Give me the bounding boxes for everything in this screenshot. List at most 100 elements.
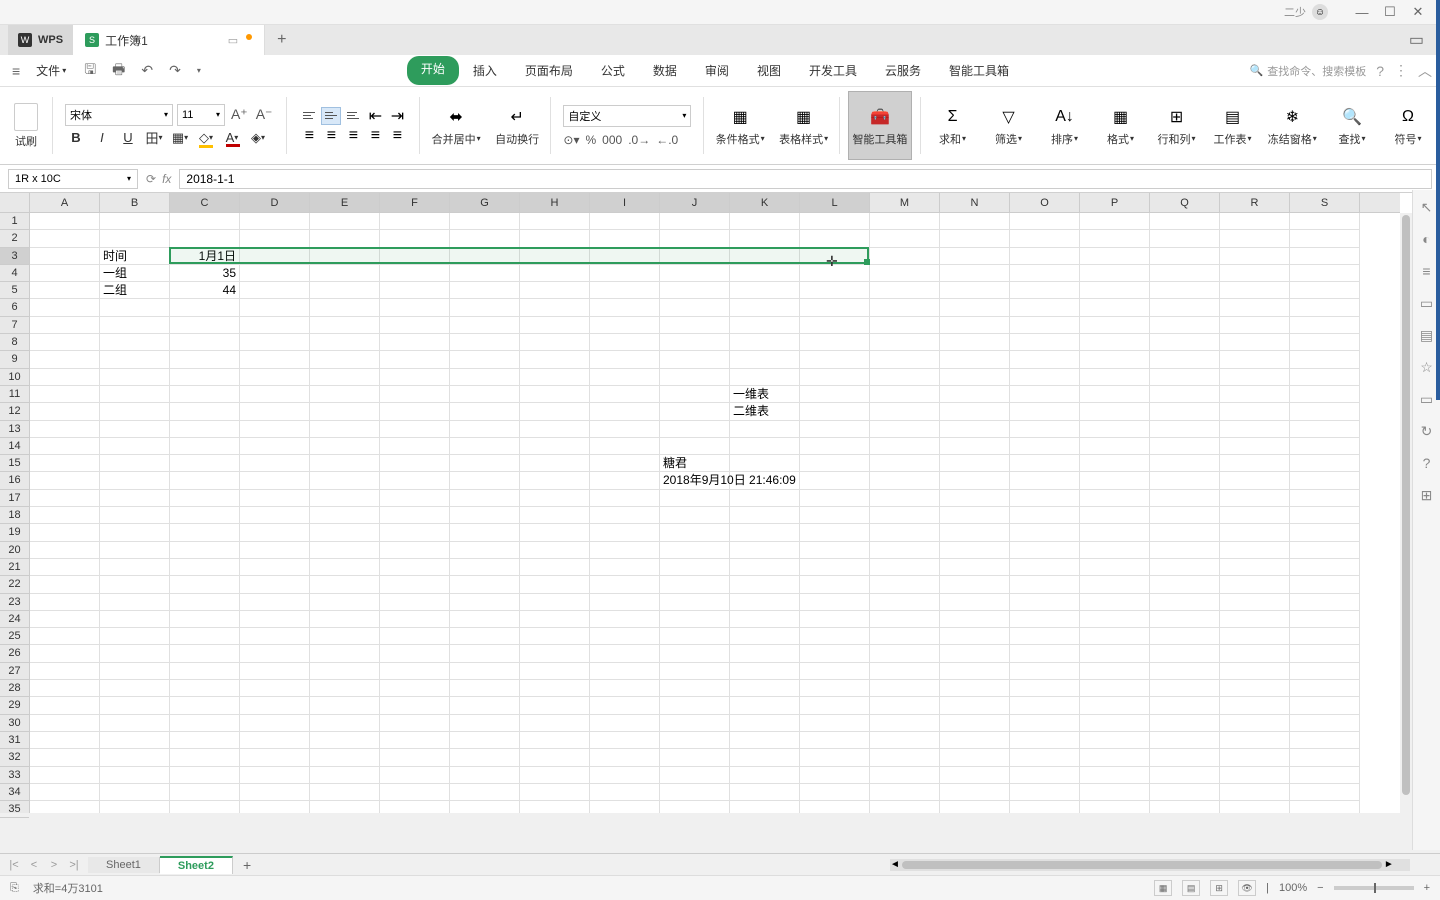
cell-L29[interactable] (800, 697, 870, 714)
cell-B24[interactable] (100, 611, 170, 628)
cell-Q13[interactable] (1150, 421, 1220, 438)
cell-A7[interactable] (30, 317, 100, 334)
cell-A9[interactable] (30, 351, 100, 368)
cell-K5[interactable] (730, 282, 800, 299)
cell-O35[interactable] (1010, 801, 1080, 813)
cell-S9[interactable] (1290, 351, 1360, 368)
add-sheet-button[interactable]: + (233, 857, 261, 873)
table-style-button[interactable]: ▦ 表格样式▾ (776, 91, 831, 160)
cell-O3[interactable] (1010, 248, 1080, 265)
cell-J33[interactable] (660, 767, 730, 784)
document-tab[interactable]: S 工作簿1 ▭ (73, 25, 265, 55)
cell-L35[interactable] (800, 801, 870, 813)
cell-I26[interactable] (590, 645, 660, 662)
cell-F6[interactable] (380, 299, 450, 316)
cell-N32[interactable] (940, 749, 1010, 766)
cell-K27[interactable] (730, 663, 800, 680)
cell-Q35[interactable] (1150, 801, 1220, 813)
cell-S25[interactable] (1290, 628, 1360, 645)
cell-L22[interactable] (800, 576, 870, 593)
search-box[interactable]: 🔍 查找命令、搜索模板 (1250, 63, 1367, 79)
cell-A12[interactable] (30, 403, 100, 420)
cell-Q5[interactable] (1150, 282, 1220, 299)
cell-B4[interactable]: 一组 (100, 265, 170, 282)
cell-I21[interactable] (590, 559, 660, 576)
cell-S24[interactable] (1290, 611, 1360, 628)
cell-S19[interactable] (1290, 524, 1360, 541)
cell-F11[interactable] (380, 386, 450, 403)
cell-B6[interactable] (100, 299, 170, 316)
format-button[interactable]: ▦ 格式▾ (1097, 91, 1145, 160)
cell-H27[interactable] (520, 663, 590, 680)
cell-E34[interactable] (310, 784, 380, 801)
cell-B8[interactable] (100, 334, 170, 351)
cell-G7[interactable] (450, 317, 520, 334)
cell-J16[interactable]: 2018年9月10日 21:46:09 (660, 472, 730, 489)
cell-A2[interactable] (30, 230, 100, 247)
cell-D8[interactable] (240, 334, 310, 351)
cell-Q22[interactable] (1150, 576, 1220, 593)
row-header-13[interactable]: 13 (0, 421, 29, 438)
cell-O10[interactable] (1010, 369, 1080, 386)
cell-Q27[interactable] (1150, 663, 1220, 680)
cell-J25[interactable] (660, 628, 730, 645)
cell-I16[interactable] (590, 472, 660, 489)
row-header-7[interactable]: 7 (0, 317, 29, 334)
cell-G1[interactable] (450, 213, 520, 230)
col-header-S[interactable]: S (1290, 193, 1360, 212)
cell-L25[interactable] (800, 628, 870, 645)
row-header-28[interactable]: 28 (0, 680, 29, 697)
cell-P18[interactable] (1080, 507, 1150, 524)
save-icon[interactable]: 🖫 (78, 59, 102, 83)
cell-M31[interactable] (870, 732, 940, 749)
cell-O25[interactable] (1010, 628, 1080, 645)
col-header-H[interactable]: H (520, 193, 590, 212)
cell-H29[interactable] (520, 697, 590, 714)
cell-M32[interactable] (870, 749, 940, 766)
cell-P11[interactable] (1080, 386, 1150, 403)
cell-I7[interactable] (590, 317, 660, 334)
cell-J21[interactable] (660, 559, 730, 576)
favorite-icon[interactable]: ☆ (1418, 358, 1436, 376)
cell-C25[interactable] (170, 628, 240, 645)
cell-P2[interactable] (1080, 230, 1150, 247)
cell-P15[interactable] (1080, 455, 1150, 472)
cell-C9[interactable] (170, 351, 240, 368)
cell-K31[interactable] (730, 732, 800, 749)
cell-M8[interactable] (870, 334, 940, 351)
cell-F26[interactable] (380, 645, 450, 662)
cell-R15[interactable] (1220, 455, 1290, 472)
side-help-icon[interactable]: ? (1418, 454, 1436, 472)
cell-I25[interactable] (590, 628, 660, 645)
cell-B3[interactable]: 时间 (100, 248, 170, 265)
sort-button[interactable]: A↓ 排序▾ (1041, 91, 1089, 160)
cell-M16[interactable] (870, 472, 940, 489)
cell-P14[interactable] (1080, 438, 1150, 455)
cell-J3[interactable] (660, 248, 730, 265)
cell-N29[interactable] (940, 697, 1010, 714)
sheet-next-button[interactable]: > (44, 859, 64, 871)
wrap-button[interactable]: ↵ 自动换行 (492, 91, 543, 160)
cell-E2[interactable] (310, 230, 380, 247)
cell-Q18[interactable] (1150, 507, 1220, 524)
cell-I12[interactable] (590, 403, 660, 420)
cell-E26[interactable] (310, 645, 380, 662)
cell-R17[interactable] (1220, 490, 1290, 507)
cell-Q28[interactable] (1150, 680, 1220, 697)
cell-H26[interactable] (520, 645, 590, 662)
row-header-1[interactable]: 1 (0, 213, 29, 230)
cell-H14[interactable] (520, 438, 590, 455)
cell-S27[interactable] (1290, 663, 1360, 680)
cancel-formula-icon[interactable]: ⟳ (146, 172, 156, 186)
cell-I9[interactable] (590, 351, 660, 368)
cell-D17[interactable] (240, 490, 310, 507)
cell-C8[interactable] (170, 334, 240, 351)
cell-C11[interactable] (170, 386, 240, 403)
zoom-value[interactable]: 100% (1279, 882, 1307, 894)
cell-F28[interactable] (380, 680, 450, 697)
help-icon[interactable]: ? (1376, 63, 1384, 79)
cell-J14[interactable] (660, 438, 730, 455)
cell-M7[interactable] (870, 317, 940, 334)
cell-F9[interactable] (380, 351, 450, 368)
cell-S30[interactable] (1290, 715, 1360, 732)
